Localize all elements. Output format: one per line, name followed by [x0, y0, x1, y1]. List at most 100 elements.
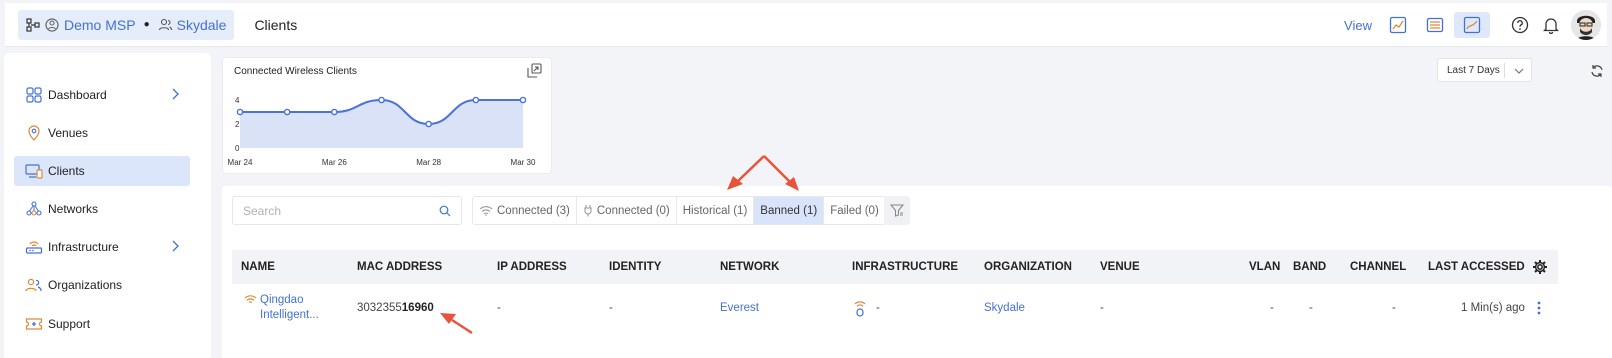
- column-header-last-accessed[interactable]: LAST ACCESSED: [1428, 250, 1525, 284]
- mac-address-cell: 3032355 16960: [357, 285, 434, 330]
- tab-connected-wireless[interactable]: Connected (3): [473, 197, 577, 224]
- list-view-icon: [1426, 17, 1444, 33]
- breadcrumb-separator: ●: [143, 19, 150, 30]
- sidebar-item-dashboard[interactable]: Dashboard: [14, 80, 190, 110]
- dashboard-icon: [24, 87, 44, 103]
- sidebar-item-venues[interactable]: Venues: [14, 118, 190, 148]
- sidebar-item-support[interactable]: Support: [14, 309, 190, 339]
- infrastructure-cell: -: [876, 301, 880, 314]
- search-box[interactable]: [232, 196, 462, 225]
- client-name-link[interactable]: Qingdao Intelligent...: [260, 285, 319, 330]
- connected-clients-chart: 0 2 4 Mar 24 Mar 26 Mar 28 Mar 30: [228, 96, 536, 167]
- view-dashboard-button[interactable]: [1380, 12, 1416, 38]
- msp-icon: [44, 17, 60, 33]
- refresh-icon[interactable]: [1590, 64, 1604, 83]
- data-point: [519, 96, 527, 104]
- vlan-cell: -: [1270, 301, 1274, 314]
- clients-devices-icon: [24, 163, 44, 179]
- column-settings-icon[interactable]: [1532, 250, 1548, 284]
- tab-banned[interactable]: Banned (1): [754, 197, 825, 224]
- view-label: View: [1344, 17, 1372, 33]
- mac-prefix: 3032355: [357, 301, 402, 314]
- sidebar-item-label: Support: [48, 317, 91, 331]
- column-header-vlan[interactable]: VLAN: [1249, 250, 1280, 284]
- x-tick-label: Mar 24: [228, 158, 253, 167]
- tab-label: Historical (1): [682, 204, 748, 217]
- organizations-icon: [24, 277, 44, 293]
- column-header-network[interactable]: NETWORK: [720, 250, 779, 284]
- wifi-icon: [479, 205, 493, 216]
- location-pin-icon: [24, 125, 44, 141]
- chart-view-icon: [1389, 16, 1407, 34]
- mac-suffix: 16960: [401, 301, 434, 314]
- bell-icon[interactable]: [1543, 16, 1559, 34]
- tab-historical[interactable]: Historical (1): [677, 197, 755, 224]
- ip-address-cell: -: [497, 301, 501, 314]
- breadcrumb-org-link[interactable]: Demo MSP: [64, 17, 136, 33]
- tab-failed[interactable]: Failed (0): [824, 197, 885, 224]
- map-view-icon: [1463, 16, 1481, 34]
- column-header-channel[interactable]: CHANNEL: [1350, 250, 1406, 284]
- divider: [1504, 63, 1505, 78]
- y-tick-label: 4: [235, 96, 240, 105]
- identity-cell: -: [609, 301, 613, 314]
- filter-icon: [890, 204, 904, 217]
- router-icon: [24, 239, 44, 255]
- date-range-select[interactable]: Last 7 Days: [1437, 58, 1532, 82]
- column-header-organization[interactable]: ORGANIZATION: [984, 250, 1072, 284]
- network-link[interactable]: Everest: [720, 285, 759, 330]
- table-row[interactable]: Qingdao Intelligent... 3032355 16960 - - …: [232, 285, 1558, 330]
- connected-clients-chart-card: Connected Wireless Clients 0 2 4 Mar 24 Mar …: [222, 57, 552, 174]
- data-point: [378, 96, 385, 104]
- organization-link[interactable]: Skydale: [984, 285, 1025, 330]
- venue-cell: -: [1100, 301, 1104, 314]
- x-tick-label: Mar 30: [511, 158, 536, 167]
- data-point: [236, 108, 244, 116]
- date-range-value: Last 7 Days: [1447, 64, 1500, 76]
- series-area: [240, 100, 523, 148]
- sidebar-item-label: Infrastructure: [48, 240, 119, 254]
- sidebar-item-organizations[interactable]: Organizations: [14, 270, 190, 300]
- breadcrumb-site-link[interactable]: Skydale: [177, 17, 227, 33]
- client-status-tabs: Connected (3) Connected (0) Historical (…: [472, 196, 886, 225]
- row-more-icon[interactable]: [1537, 285, 1541, 330]
- client-name-line2: Intelligent...: [260, 308, 319, 321]
- x-tick-label: Mar 28: [416, 158, 441, 167]
- search-icon[interactable]: [439, 205, 451, 220]
- tab-label: Connected (3): [497, 204, 570, 217]
- top-actions: View: [1344, 3, 1607, 47]
- avatar[interactable]: [1571, 10, 1601, 40]
- filter-button[interactable]: [884, 196, 910, 225]
- column-header-band[interactable]: BAND: [1293, 250, 1326, 284]
- sidebar-item-label: Clients: [48, 164, 85, 178]
- data-point: [425, 120, 432, 128]
- sidebar-item-label: Venues: [48, 126, 89, 140]
- y-tick-label: 2: [235, 120, 240, 129]
- column-header-mac-address[interactable]: MAC ADDRESS: [357, 250, 442, 284]
- top-bar: Demo MSP ● Skydale Clients View: [5, 3, 1607, 47]
- sidebar-item-networks[interactable]: Networks: [14, 194, 190, 224]
- column-header-venue[interactable]: VENUE: [1100, 250, 1140, 284]
- help-icon[interactable]: [1511, 16, 1529, 34]
- column-header-identity[interactable]: IDENTITY: [609, 250, 661, 284]
- table-header: NAME MAC ADDRESS IP ADDRESS IDENTITY NET…: [232, 250, 1558, 284]
- search-input[interactable]: [243, 203, 423, 218]
- column-header-name[interactable]: NAME: [241, 250, 275, 284]
- view-list-button[interactable]: [1417, 12, 1453, 38]
- view-map-button[interactable]: [1454, 12, 1490, 38]
- tab-label: Failed (0): [830, 204, 879, 217]
- support-ticket-icon: [24, 317, 44, 331]
- data-point: [472, 96, 480, 104]
- column-header-infrastructure[interactable]: INFRASTRUCTURE: [852, 250, 958, 284]
- data-point: [331, 108, 338, 116]
- hierarchy-icon[interactable]: [26, 17, 40, 32]
- breadcrumb: Demo MSP ● Skydale: [18, 9, 235, 40]
- sidebar-item-clients[interactable]: Clients: [14, 156, 190, 186]
- x-tick-label: Mar 26: [322, 158, 347, 167]
- sidebar-item-label: Networks: [48, 202, 99, 216]
- sidebar-item-infrastructure[interactable]: Infrastructure: [14, 232, 190, 262]
- page-title: Clients: [254, 16, 298, 33]
- column-header-ip-address[interactable]: IP ADDRESS: [497, 250, 567, 284]
- tab-connected-wired[interactable]: Connected (0): [577, 197, 677, 224]
- data-point: [283, 108, 291, 116]
